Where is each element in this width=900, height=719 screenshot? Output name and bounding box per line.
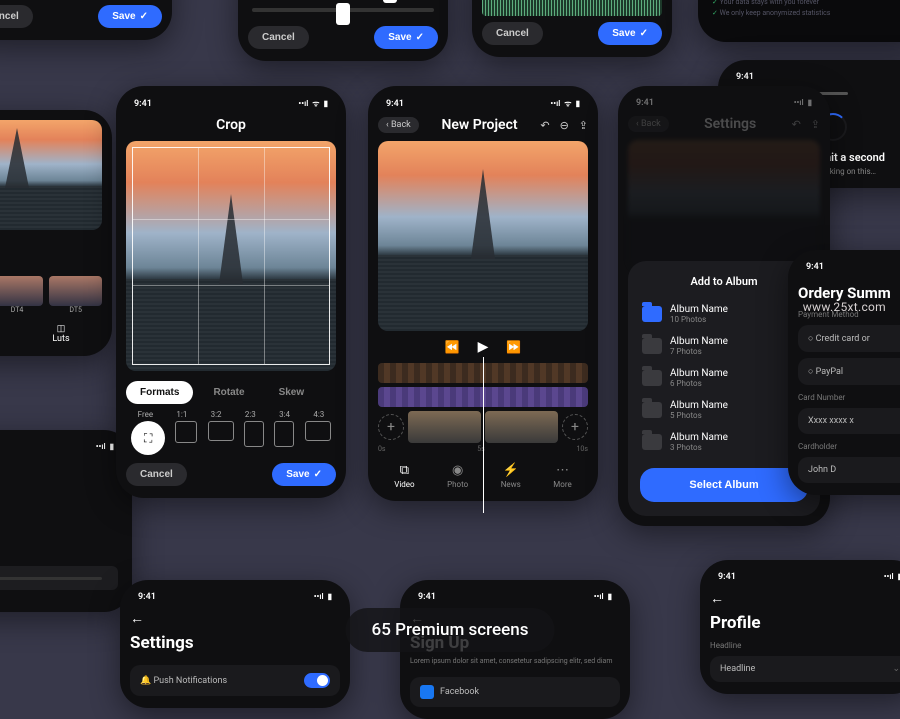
tab-photo[interactable]: ◉Photo [447, 463, 468, 489]
screen-order-summary: 9:41••ıl▮ Ordery Summ Payment Method ○ C… [788, 250, 900, 495]
screen-typography: ••ıl▮ Ee [0, 430, 132, 612]
ratio-4-3[interactable] [305, 421, 331, 441]
tab-news[interactable]: ⚡News [501, 463, 521, 489]
cancel-button[interactable]: Cancel [126, 463, 187, 486]
toggle[interactable] [304, 673, 330, 688]
audio-wave[interactable] [482, 0, 662, 16]
screen-exposure: +55 Cancel Save ✓ [238, 0, 448, 61]
screen-new-project: 9:41••ılᯤ▮ ‹ Back New Project ↶ ⊖ ⇪ ⏪ ▶ … [368, 86, 598, 501]
expand-icon: ⛶ [144, 431, 152, 446]
ratio-3-2[interactable] [208, 421, 234, 441]
screen-luts: M.Muster M.Muster DT3 DT4 DT5 ▦Presets ◫… [0, 110, 112, 356]
tab-skew[interactable]: Skew [265, 381, 319, 404]
album-item[interactable]: Album Name7 Photos [640, 330, 808, 362]
forward-icon[interactable]: ⏩ [506, 340, 521, 354]
page-title: Crop [126, 117, 336, 133]
screen-checklist: Lorem ipsum dolor sit amet consectetur Y… [698, 0, 900, 42]
add-clip-button[interactable]: + [562, 414, 588, 440]
folder-icon [642, 306, 662, 322]
album-item[interactable]: Album Name3 Photos [640, 426, 808, 458]
bolt-icon: ⚡ [501, 463, 521, 478]
cancel-button[interactable]: Cancel [482, 22, 543, 45]
list-item: We only keep anonymized statistics [712, 9, 900, 17]
add-clip-button[interactable]: + [378, 414, 404, 440]
check-icon: ✓ [314, 469, 322, 480]
select-album-button[interactable]: Select Album [640, 468, 808, 502]
payment-credit[interactable]: ○ Credit card or [798, 325, 900, 352]
share-icon[interactable]: ⇪ [579, 119, 588, 132]
sheet-title: Add to Album [640, 275, 808, 288]
ratio-free[interactable]: ⛶ [131, 421, 165, 455]
slider-knob[interactable]: +55 [383, 0, 397, 3]
save-button[interactable]: Save ✓ [598, 22, 662, 45]
dots-icon: ⋯ [553, 463, 571, 478]
check-icon: ✓ [140, 11, 148, 22]
album-item[interactable]: Album Name6 Photos [640, 362, 808, 394]
headline-field[interactable]: Headline⌄ [710, 656, 900, 682]
minus-icon[interactable]: ⊖ [560, 119, 569, 132]
folder-icon [642, 402, 662, 418]
camera-icon: ◉ [447, 463, 468, 478]
crop-overlay[interactable] [132, 147, 330, 365]
screen-color-sliders: Farbton Sättigung Luminanz Cancel Save ✓ [0, 0, 172, 40]
folder-icon [642, 338, 662, 354]
payment-paypal[interactable]: ○ PayPal [798, 358, 900, 385]
watermark: www.25xt.com [803, 300, 886, 314]
video-clip[interactable] [408, 411, 481, 443]
save-button[interactable]: Save ✓ [98, 5, 162, 28]
play-icon[interactable]: ▶ [478, 339, 489, 355]
screen-settings: 9:41••ıl▮ ← Settings 🔔 Push Notification… [120, 580, 350, 708]
ratio-2-3[interactable] [244, 421, 264, 447]
page-title: New Project [425, 117, 535, 133]
slider-knob[interactable] [336, 3, 350, 25]
tab-more[interactable]: ⋯More [553, 463, 571, 489]
back-icon[interactable]: ← [130, 610, 340, 627]
push-row[interactable]: 🔔 Push Notifications [130, 665, 340, 696]
cancel-button[interactable]: Cancel [248, 26, 309, 49]
page-title: Settings [130, 633, 340, 653]
page-title: Profile [710, 613, 900, 633]
screen-profile: 9:41••ıl▮ ← Profile Headline Headline⌄ [700, 560, 900, 694]
back-button[interactable]: ‹ Back [378, 117, 419, 133]
facebook-button[interactable]: Facebook [410, 677, 620, 707]
tab-rotate[interactable]: Rotate [199, 381, 258, 404]
album-item[interactable]: Album Name10 Photos ✓ [640, 298, 808, 330]
save-button[interactable]: Save ✓ [374, 26, 438, 49]
folder-icon [642, 434, 662, 450]
list-item: Your data stays with you forever [712, 0, 900, 6]
save-button[interactable]: Save ✓ [272, 463, 336, 486]
card-holder[interactable]: John D [798, 457, 900, 483]
headline-pill: 65 Premium screens [346, 608, 555, 652]
back-icon[interactable]: ← [710, 590, 900, 607]
rewind-icon[interactable]: ⏪ [445, 340, 460, 354]
playhead[interactable] [483, 357, 484, 513]
card-number[interactable]: Xxxx xxxx x [798, 408, 900, 434]
tab-formats[interactable]: Formats [126, 381, 193, 404]
video-icon: ⧉ [394, 463, 414, 478]
screen-crop: 9:41••ılᯤ▮ Crop Formats Rotate Skew Free… [116, 86, 346, 498]
tab-video[interactable]: ⧉Video [394, 463, 414, 489]
ratio-1-1[interactable] [175, 421, 197, 443]
tab-luts[interactable]: ◫Luts [20, 324, 102, 344]
ratio-3-4[interactable] [274, 421, 294, 447]
tab-presets[interactable]: ▦Presets [0, 324, 14, 344]
album-item[interactable]: Album Name5 Photos [640, 394, 808, 426]
cancel-button[interactable]: Cancel [0, 5, 33, 28]
undo-icon[interactable]: ↶ [540, 119, 549, 132]
folder-icon [642, 370, 662, 386]
screen-audio-clips: Cancel Save ✓ [472, 0, 672, 57]
video-clip[interactable] [485, 411, 558, 443]
